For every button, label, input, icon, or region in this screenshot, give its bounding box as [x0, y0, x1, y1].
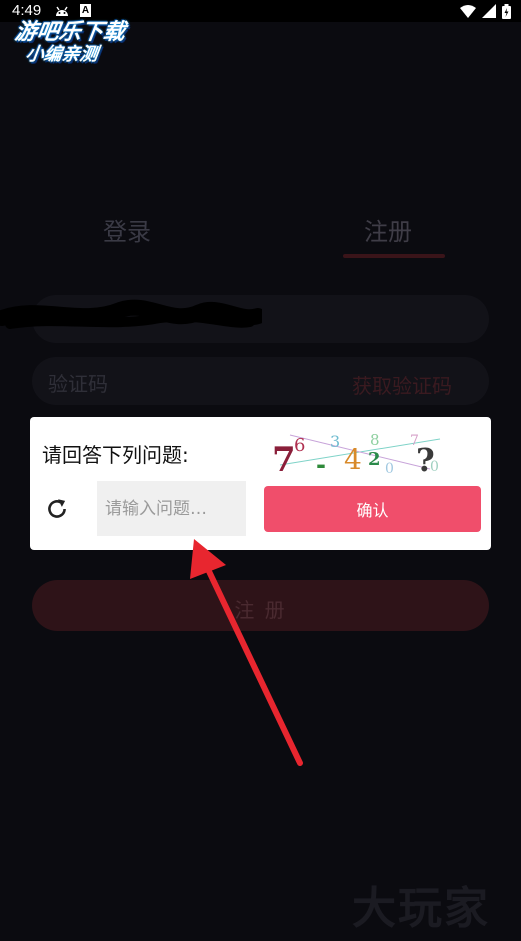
watermark-bottom: 大玩家 [352, 883, 490, 934]
captcha-glyph-1: 7 [272, 440, 296, 477]
redaction-scribble [0, 299, 262, 329]
signal-icon [482, 4, 496, 18]
dialog-question: 请回答下列问题: [42, 443, 189, 467]
captcha-glyph-6: ? [416, 441, 435, 477]
refresh-icon[interactable] [44, 496, 70, 522]
svg-text:8: 8 [370, 431, 380, 449]
answer-input[interactable] [97, 481, 246, 536]
captcha-image: 3 8 7 0 0 7 6 - 4 2 ? [272, 431, 441, 477]
battery-icon [502, 3, 511, 19]
captcha-glyph-4: 4 [344, 443, 362, 476]
get-code-button[interactable]: 获取验证码 [352, 370, 452, 399]
svg-text:3: 3 [330, 432, 340, 451]
wifi-icon [460, 4, 476, 18]
tab-login[interactable]: 登录 [103, 212, 151, 247]
captcha-glyph-3: - [316, 451, 326, 477]
tab-register[interactable]: 注册 [364, 212, 412, 247]
watermark-line2: 小编亲测 [24, 44, 100, 65]
confirm-button[interactable]: 确认 [264, 486, 481, 532]
watermark-logo: 游吧乐下载 小编亲测 [4, 12, 152, 66]
tab-active-indicator [343, 254, 445, 258]
captcha-dialog: 请回答下列问题: 3 8 7 0 0 7 6 - 4 2 ? 确认 [30, 417, 491, 550]
captcha-glyph-2: 6 [294, 435, 305, 456]
verification-code-placeholder: 验证码 [48, 372, 108, 396]
captcha-glyph-5: 2 [368, 449, 381, 470]
annotation-arrow [190, 539, 303, 766]
svg-text:0: 0 [385, 461, 394, 477]
